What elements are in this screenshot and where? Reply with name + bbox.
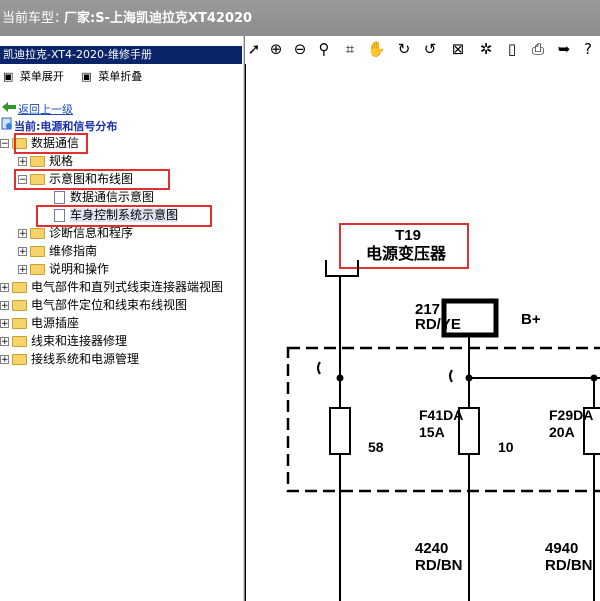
tree-node-components-inline[interactable]: + 电气部件和直列式线束连接器端视图 bbox=[0, 278, 223, 296]
help-icon[interactable]: ? bbox=[579, 40, 597, 58]
expand-toggle-icon[interactable]: + bbox=[0, 337, 9, 347]
fuse-1-pin: 58 bbox=[368, 439, 384, 455]
folder-icon bbox=[12, 282, 27, 293]
expand-toggle-icon[interactable]: + bbox=[18, 229, 27, 239]
back-link[interactable]: 返回上一级 bbox=[18, 101, 73, 117]
fuse-2-pin: 10 bbox=[498, 439, 514, 455]
junction-dot-2 bbox=[465, 374, 473, 382]
wire-1-color: RD/BN bbox=[415, 557, 463, 574]
b-plus-label: B+ bbox=[521, 311, 541, 328]
tree-node-desc-ops[interactable]: + 说明和操作 bbox=[18, 260, 109, 278]
tree-node-spec[interactable]: + 规格 bbox=[18, 152, 73, 170]
hand-icon[interactable]: ✋ bbox=[367, 40, 386, 58]
expand-toggle-icon[interactable]: + bbox=[0, 301, 9, 311]
tree-label: 接线系统和电源管理 bbox=[31, 352, 140, 366]
expand-toggle-icon[interactable]: + bbox=[18, 157, 27, 167]
tree-node-power-outlet[interactable]: + 电源插座 bbox=[0, 314, 79, 332]
tree-label: 规格 bbox=[49, 154, 74, 168]
menu-collapse-label: 菜单折叠 bbox=[98, 70, 143, 83]
terminal-hook-1 bbox=[317, 361, 321, 375]
navigation-pane: 凯迪拉克-XT4-2020-维修手册 ▣ 菜单展开 ▣ 菜单折叠 返回上一级 当… bbox=[0, 42, 242, 601]
menu-row: ▣ 菜单展开 ▣ 菜单折叠 bbox=[0, 68, 142, 84]
highlight-box-diagrams bbox=[14, 169, 170, 190]
junction-dot-3 bbox=[590, 374, 598, 382]
zoom-out-icon[interactable]: ⊖ bbox=[291, 40, 309, 58]
print-icon[interactable]: ⎙ bbox=[529, 40, 547, 58]
connector-id: T19 bbox=[395, 227, 421, 244]
fuse-3-name: F29DA bbox=[549, 407, 593, 423]
collapse-toggle-icon[interactable]: − bbox=[0, 139, 9, 149]
page-icon bbox=[54, 191, 65, 204]
wire-2-color: RD/BN bbox=[545, 557, 593, 574]
title-bar: 当前车型： 厂家:S-上海凯迪拉克XT42020 bbox=[0, 0, 600, 36]
back-arrow-icon[interactable] bbox=[2, 102, 16, 112]
highlight-box-data-comm bbox=[14, 133, 88, 154]
wire-1-number: 4240 bbox=[415, 540, 448, 557]
settings-icon[interactable]: ✲ bbox=[477, 40, 495, 58]
tree-label: 线束和连接器修理 bbox=[31, 334, 128, 348]
expand-toggle-icon[interactable]: + bbox=[0, 319, 9, 329]
folder-icon bbox=[30, 264, 45, 275]
terminal-hook-2 bbox=[449, 369, 453, 383]
folder-icon bbox=[30, 246, 45, 257]
tree-node-ground-power[interactable]: + 接线系统和电源管理 bbox=[0, 350, 139, 368]
tree-label: 电气部件定位和线束布线视图 bbox=[31, 298, 188, 312]
highlight-box-body-control bbox=[36, 205, 212, 227]
viewer-toolbar: ➚ ⊕ ⊖ ⚲ ⌗ ✋ ↻ ↺ ⊠ ✲ ▯ ⎙ ➥ ? bbox=[245, 36, 600, 64]
wire-2-number: 4940 bbox=[545, 540, 578, 557]
wire-top-color: RD/YE bbox=[415, 316, 461, 333]
menu-collapse-button[interactable]: ▣ 菜单折叠 bbox=[81, 68, 142, 84]
tree-node-data-comm-diagram[interactable]: 数据通信示意图 bbox=[54, 188, 154, 206]
fuse-2-name: F41DA bbox=[419, 407, 463, 423]
tree-label: 说明和操作 bbox=[49, 262, 110, 276]
connector-name: 电源变压器 bbox=[366, 244, 447, 263]
export-icon[interactable]: ➥ bbox=[555, 40, 573, 58]
current-location: 当前:电源和信号分布 bbox=[14, 120, 118, 133]
folder-icon bbox=[12, 318, 27, 329]
tree-label: 诊断信息和程序 bbox=[49, 226, 134, 240]
fit-icon[interactable]: ⊠ bbox=[449, 40, 467, 58]
crop-icon[interactable]: ⌗ bbox=[341, 40, 359, 58]
folder-icon bbox=[30, 228, 45, 239]
pointer-icon[interactable]: ➚ bbox=[245, 40, 263, 58]
tree-label: 数据通信示意图 bbox=[70, 190, 155, 204]
fuse-3-rating: 20A bbox=[549, 424, 575, 440]
page-icon[interactable]: ▯ bbox=[503, 40, 521, 58]
title-model: 厂家:S-上海凯迪拉克XT42020 bbox=[64, 11, 253, 26]
folder-icon bbox=[12, 336, 27, 347]
wiring-schematic: T19 电源变压器 217 RD/YE B+ 58 F41DA 15A 10 F… bbox=[286, 223, 600, 601]
tree-label: 维修指南 bbox=[49, 244, 98, 258]
title-prefix: 当前车型： bbox=[2, 11, 68, 26]
folder-icon bbox=[12, 300, 27, 311]
menu-expand-label: 菜单展开 bbox=[19, 70, 64, 83]
zoom-in-icon[interactable]: ⊕ bbox=[267, 40, 285, 58]
rotate-cw-icon[interactable]: ↻ bbox=[395, 40, 413, 58]
tree-node-components-location[interactable]: + 电气部件定位和线束布线视图 bbox=[0, 296, 187, 314]
manual-header: 凯迪拉克-XT4-2020-维修手册 bbox=[0, 46, 242, 64]
folder-icon bbox=[12, 354, 27, 365]
expand-toggle-icon[interactable]: + bbox=[0, 283, 9, 293]
fuse-2-rating: 15A bbox=[419, 424, 445, 440]
schematic-canvas[interactable]: T19 电源变压器 217 RD/YE B+ 58 F41DA 15A 10 F… bbox=[245, 64, 600, 601]
fuse-1 bbox=[329, 407, 351, 455]
document-icon bbox=[1, 117, 12, 130]
menu-expand-button[interactable]: ▣ 菜单展开 bbox=[3, 68, 64, 84]
rotate-ccw-icon[interactable]: ↺ bbox=[421, 40, 439, 58]
tree-node-repair-guide[interactable]: + 维修指南 bbox=[18, 242, 97, 260]
tree-node-harness-repair[interactable]: + 线束和连接器修理 bbox=[0, 332, 127, 350]
expand-toggle-icon[interactable]: + bbox=[18, 265, 27, 275]
tree-label: 电气部件和直列式线束连接器端视图 bbox=[31, 280, 224, 294]
magnify-icon[interactable]: ⚲ bbox=[315, 40, 333, 58]
expand-toggle-icon[interactable]: + bbox=[0, 355, 9, 365]
junction-dot-1 bbox=[336, 374, 344, 382]
folder-icon bbox=[30, 156, 45, 167]
expand-toggle-icon[interactable]: + bbox=[18, 247, 27, 257]
tree-label: 电源插座 bbox=[31, 316, 80, 330]
